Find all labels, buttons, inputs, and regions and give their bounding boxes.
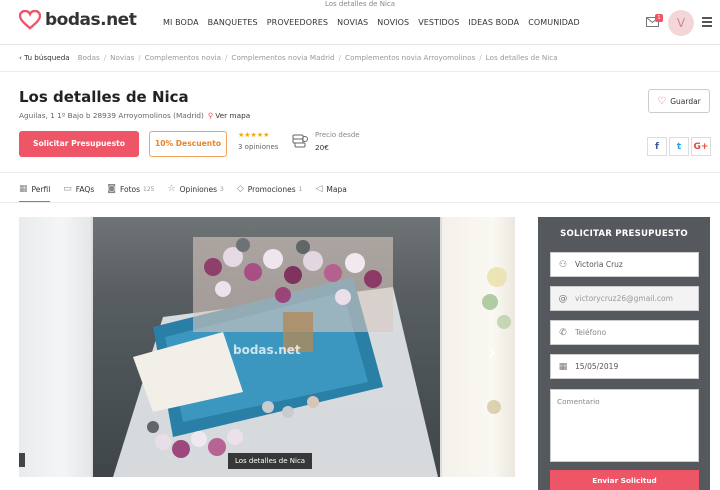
- request-quote-button[interactable]: Solicitar Presupuesto: [19, 131, 139, 157]
- save-button[interactable]: ♡ Guardar: [648, 89, 710, 113]
- nav-ideas-boda[interactable]: IDEAS BODA: [468, 18, 519, 27]
- map-pin-icon: ⚲: [207, 111, 214, 120]
- logo-text: bodas.net: [45, 10, 137, 30]
- grid-icon: ▦: [19, 184, 28, 194]
- tab-count: 3: [220, 185, 224, 193]
- gallery-edge-marker: [19, 453, 25, 467]
- comment-field[interactable]: Comentario: [550, 389, 699, 462]
- star-icon: ☆: [167, 184, 176, 194]
- profile-tabs: ▦ Perfil ▭ FAQs ◙ Fotos 125 ☆ Opiniones …: [19, 176, 360, 203]
- breadcrumb: ‹ Tu búsqueda Bodas / Novias / Complemento…: [19, 53, 558, 62]
- breadcrumb-item[interactable]: Novias: [110, 53, 134, 62]
- main-nav: MI BODA BANQUETES PROVEEDORES NOVIAS NOV…: [163, 18, 589, 27]
- vendor-address-line: Aguilas, 1 1º Bajo b 28939 Arroyomolinos…: [19, 111, 250, 120]
- nav-proveedores[interactable]: PROVEEDORES: [267, 18, 328, 27]
- tab-label: Promociones: [247, 184, 296, 194]
- vendor-name: Los detalles de Nica: [19, 88, 189, 106]
- back-to-search-link[interactable]: ‹ Tu búsqueda: [19, 53, 70, 62]
- user-icon: ⚇: [558, 259, 568, 270]
- date-field-value: 15/05/2019: [575, 362, 619, 371]
- gallery-main-photo[interactable]: bodas.net Los detalles de Nica: [93, 217, 440, 477]
- social-share: f t G+: [647, 137, 711, 156]
- heart-icon: ♡: [657, 95, 667, 107]
- nav-mi-boda[interactable]: MI BODA: [163, 18, 199, 27]
- breadcrumb-current: Los detalles de Nica: [485, 53, 558, 62]
- tab-fotos[interactable]: ◙ Fotos 125: [107, 176, 154, 202]
- vendor-address: Aguilas, 1 1º Bajo b 28939 Arroyomolinos…: [19, 111, 204, 120]
- email-field-value: victorycruz26@gmail.com: [575, 294, 673, 303]
- tab-count: 125: [143, 185, 155, 193]
- twitter-share-button[interactable]: t: [669, 137, 689, 156]
- top-navbar: Los detalles de Nica bodas.net MI BODA B…: [0, 0, 720, 45]
- tab-opiniones[interactable]: ☆ Opiniones 3: [168, 176, 224, 202]
- hamburger-menu-icon[interactable]: [702, 17, 712, 27]
- nav-novias[interactable]: NOVIAS: [337, 18, 368, 27]
- tab-mapa[interactable]: ◁ Mapa: [315, 176, 346, 202]
- divider: [0, 71, 720, 72]
- tab-label: Fotos: [119, 184, 141, 194]
- tag-icon: ◇: [236, 184, 244, 194]
- divider: [0, 202, 720, 203]
- breadcrumb-item[interactable]: Complementos novia Madrid: [231, 53, 334, 62]
- at-sign-icon: @: [558, 293, 568, 304]
- tab-label: Perfil: [31, 184, 51, 194]
- price-value: 20€: [315, 143, 329, 152]
- gallery-next-photo[interactable]: [442, 217, 515, 477]
- tab-count: 1: [298, 185, 303, 193]
- photo-gallery[interactable]: bodas.net Los detalles de Nica ›: [19, 217, 515, 477]
- facebook-share-button[interactable]: f: [647, 137, 667, 156]
- tab-promociones[interactable]: ◇ Promociones 1: [237, 176, 303, 202]
- googleplus-share-button[interactable]: G+: [691, 137, 711, 156]
- nav-comunidad[interactable]: COMUNIDAD: [528, 18, 580, 27]
- window-title: Los detalles de Nica: [324, 0, 396, 8]
- next-photo-thumbnail: [482, 267, 511, 414]
- tab-label: Mapa: [326, 184, 347, 194]
- gallery-watermark: bodas.net: [233, 343, 301, 357]
- email-field[interactable]: @ victorycruz26@gmail.com: [550, 286, 699, 311]
- mail-badge: 1: [655, 14, 663, 22]
- gallery-prev-photo[interactable]: [19, 217, 91, 477]
- save-button-label: Guardar: [670, 96, 701, 106]
- price-label: Precio desde: [315, 131, 360, 139]
- price-block: Precio desde 20€: [315, 131, 360, 152]
- avatar[interactable]: V: [668, 10, 694, 36]
- rating-stars: ★★★★★: [238, 131, 270, 139]
- form-title: SOLICITAR PRESUPUESTO: [560, 229, 688, 239]
- map-icon: ◁: [315, 184, 323, 194]
- money-stack-icon: [292, 134, 308, 148]
- breadcrumb-item[interactable]: Bodas: [78, 53, 100, 62]
- heart-logo-icon: [19, 10, 41, 30]
- rating[interactable]: ★★★★★ 3 opiniones: [238, 131, 278, 151]
- quote-request-form: SOLICITAR PRESUPUESTO ⚇ Victoria Cruz @ …: [538, 217, 710, 490]
- phone-icon: ✆: [559, 327, 567, 338]
- name-field-value: Victoria Cruz: [575, 260, 623, 269]
- chevron-right-icon[interactable]: ›: [487, 340, 497, 364]
- nav-novios[interactable]: NOVIOS: [377, 18, 409, 27]
- calendar-icon: ▦: [558, 361, 568, 372]
- chat-icon: ▭: [63, 184, 72, 194]
- tab-label: Opiniones: [179, 184, 218, 194]
- site-logo[interactable]: bodas.net: [19, 10, 137, 30]
- breadcrumb-item[interactable]: Complementos novia Arroyomolinos: [345, 53, 475, 62]
- divider: [0, 172, 720, 173]
- opinions-count: 3 opiniones: [238, 143, 279, 151]
- tab-faqs[interactable]: ▭ FAQs: [63, 176, 94, 202]
- tab-perfil[interactable]: ▦ Perfil: [19, 176, 51, 203]
- tab-label: FAQs: [75, 184, 95, 194]
- photo-caption: Los detalles de Nica: [228, 453, 313, 469]
- nav-vestidos[interactable]: VESTIDOS: [418, 18, 459, 27]
- phone-field-placeholder: Teléfono: [575, 328, 607, 337]
- view-map-link[interactable]: Ver mapa: [215, 111, 250, 120]
- date-field[interactable]: ▦ 15/05/2019: [550, 354, 699, 379]
- send-request-button[interactable]: Enviar Solicitud: [550, 470, 699, 490]
- phone-field[interactable]: ✆ Teléfono: [550, 320, 699, 345]
- name-field[interactable]: ⚇ Victoria Cruz: [550, 252, 699, 277]
- breadcrumb-item[interactable]: Complementos novia: [145, 53, 221, 62]
- discount-button[interactable]: 10% Descuento: [149, 131, 227, 157]
- nav-banquetes[interactable]: BANQUETES: [208, 18, 258, 27]
- camera-icon: ◙: [107, 184, 116, 194]
